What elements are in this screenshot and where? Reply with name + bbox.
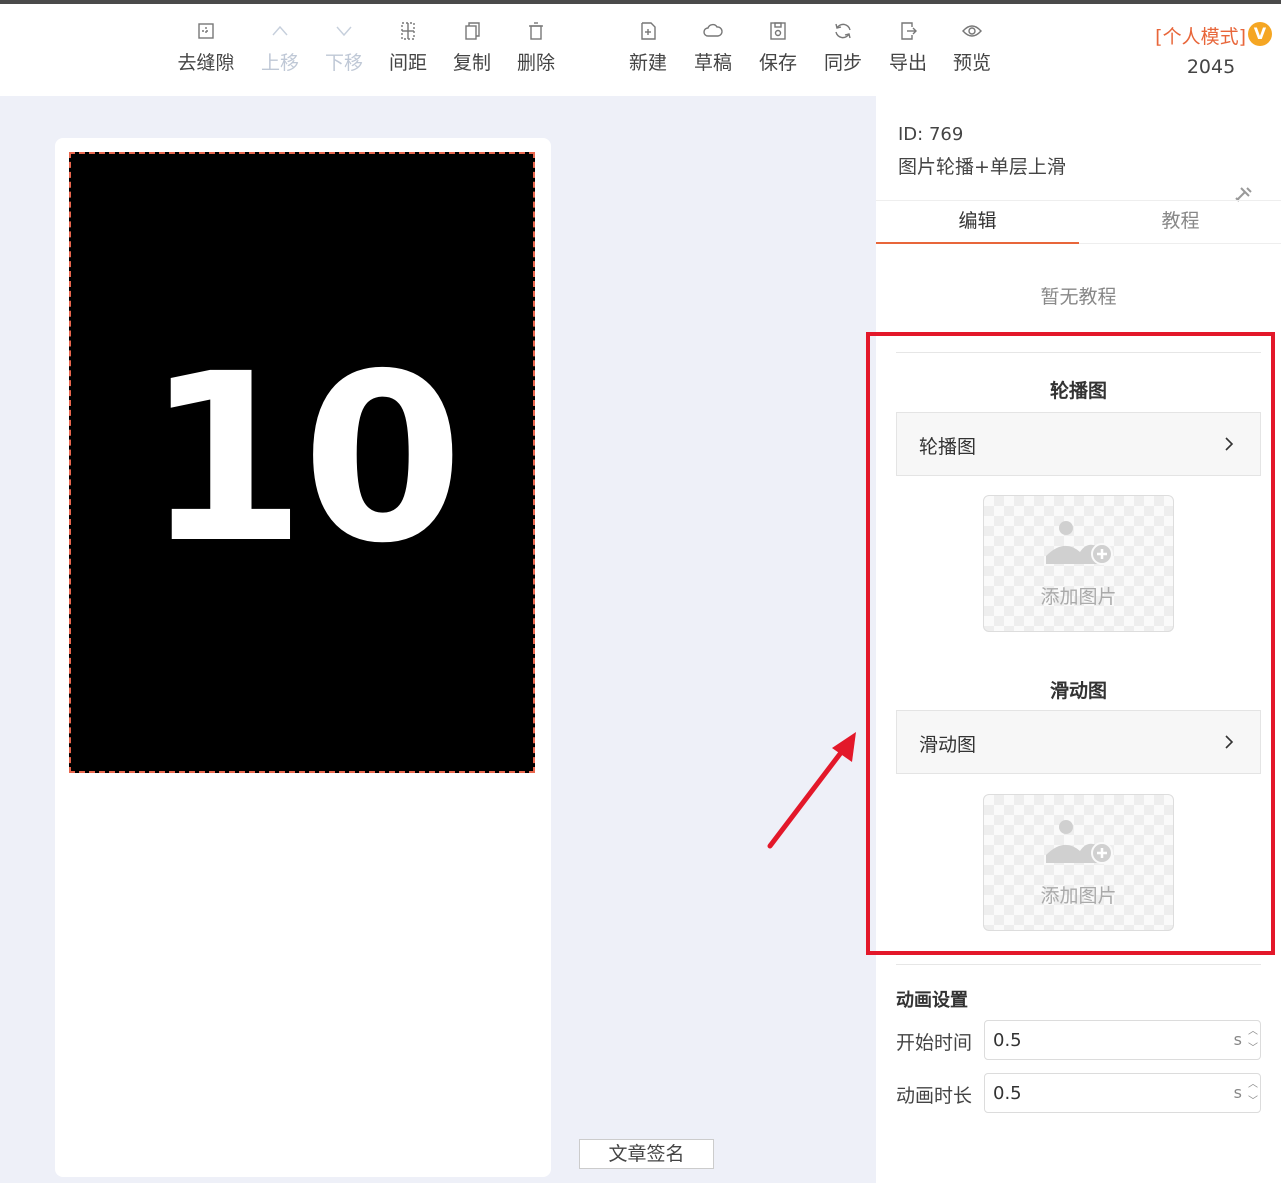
chevron-right-icon	[1225, 437, 1234, 451]
start-time-label: 开始时间	[896, 1032, 973, 1054]
selected-frame[interactable]: 10	[69, 152, 535, 773]
sync-button[interactable]: 同步	[808, 20, 878, 75]
start-time-value: 0.5	[993, 1030, 1022, 1051]
eye-icon	[962, 25, 982, 37]
panel-tabs: 编辑 教程	[876, 200, 1281, 244]
remove-gap-label: 去缝隙	[177, 52, 235, 74]
delete-label: 删除	[516, 52, 555, 74]
duration-stepper[interactable]: ︿ ﹀	[1248, 1076, 1258, 1110]
article-sign-button[interactable]: 文章签名	[579, 1139, 714, 1169]
properties-panel: ID: 769 图片轮播+单层上滑 编辑 教程 暂无教程 轮播图 轮播图 添加图…	[876, 96, 1281, 1183]
copy-button[interactable]: 复制	[437, 20, 507, 75]
delete-button[interactable]: 删除	[501, 20, 571, 75]
slide-row[interactable]: 滑动图	[896, 710, 1261, 774]
frame-number: 10	[144, 323, 464, 594]
merge-gap-icon	[198, 23, 214, 39]
move-down-label: 下移	[324, 52, 363, 74]
save-label: 保存	[758, 52, 797, 74]
slide-add-image-button[interactable]: 添加图片	[983, 794, 1174, 931]
component-id: ID: 769	[898, 124, 964, 145]
personal-mode-toggle[interactable]: [个人模式] V	[1155, 22, 1272, 49]
add-image-icon	[1046, 820, 1113, 864]
chevron-right-icon	[1225, 735, 1234, 749]
draft-button[interactable]: 草稿	[678, 20, 748, 75]
export-button[interactable]: 导出	[873, 20, 943, 75]
spacing-label: 间距	[388, 52, 427, 74]
divider	[896, 964, 1261, 965]
start-time-stepper[interactable]: ︿ ﹀	[1248, 1023, 1258, 1057]
carousel-section-title: 轮播图	[1049, 380, 1107, 402]
tab-edit[interactable]: 编辑	[876, 201, 1079, 244]
export-label: 导出	[888, 52, 927, 74]
duration-input[interactable]: 0.5 s ︿ ﹀	[984, 1073, 1261, 1113]
move-up-label: 上移	[260, 52, 299, 74]
sync-icon	[835, 23, 851, 39]
carousel-add-image-button[interactable]: 添加图片	[983, 495, 1174, 632]
cloud-icon	[703, 23, 723, 37]
toolbar: 去缝隙 上移 下移 间距 复制 删除 新建 草稿 保存 同步 导出 预览 [个人…	[0, 4, 1281, 96]
spacing-icon	[401, 22, 415, 40]
carousel-add-image-label: 添加图片	[1040, 586, 1117, 608]
draft-label: 草稿	[693, 52, 732, 74]
chevron-up-icon	[272, 25, 288, 36]
carousel-row[interactable]: 轮播图	[896, 412, 1261, 476]
divider	[896, 352, 1261, 353]
new-file-icon	[641, 22, 656, 40]
slide-section-title: 滑动图	[1049, 680, 1107, 702]
spacing-button[interactable]: 间距	[373, 20, 443, 75]
remove-gap-button[interactable]: 去缝隙	[171, 20, 241, 75]
tab-tutorial[interactable]: 教程	[1079, 201, 1281, 244]
chevron-down-icon	[336, 26, 352, 37]
trash-icon	[529, 22, 543, 40]
preview-label: 预览	[952, 52, 991, 74]
preview-button[interactable]: 预览	[937, 20, 1007, 75]
mode-label: [个人模式]	[1155, 26, 1246, 48]
save-icon	[770, 22, 786, 40]
new-label: 新建	[628, 52, 667, 74]
duration-value: 0.5	[993, 1083, 1022, 1104]
animation-settings-title: 动画设置	[896, 990, 968, 1011]
component-name: 图片轮播+单层上滑	[898, 156, 1066, 178]
start-time-unit: s	[1233, 1030, 1242, 1049]
duration-label: 动画时长	[896, 1085, 973, 1107]
save-button[interactable]: 保存	[743, 20, 813, 75]
sync-label: 同步	[823, 52, 862, 74]
annotation-arrow-icon	[767, 732, 856, 849]
move-down-button[interactable]: 下移	[309, 20, 379, 75]
vip-badge-icon: V	[1248, 22, 1272, 46]
duration-unit: s	[1233, 1083, 1242, 1102]
move-up-button[interactable]: 上移	[245, 20, 315, 75]
carousel-row-label: 轮播图	[919, 436, 977, 458]
credit-count: 2045	[1186, 56, 1236, 78]
copy-label: 复制	[452, 52, 491, 74]
add-image-icon	[1046, 521, 1113, 565]
copy-icon	[465, 22, 480, 40]
slide-add-image-label: 添加图片	[1040, 885, 1117, 907]
start-time-input[interactable]: 0.5 s ︿ ﹀	[984, 1020, 1261, 1060]
slide-row-label: 滑动图	[919, 734, 977, 756]
export-icon	[901, 22, 917, 40]
no-tutorial-text: 暂无教程	[1040, 286, 1117, 308]
new-button[interactable]: 新建	[613, 20, 683, 75]
